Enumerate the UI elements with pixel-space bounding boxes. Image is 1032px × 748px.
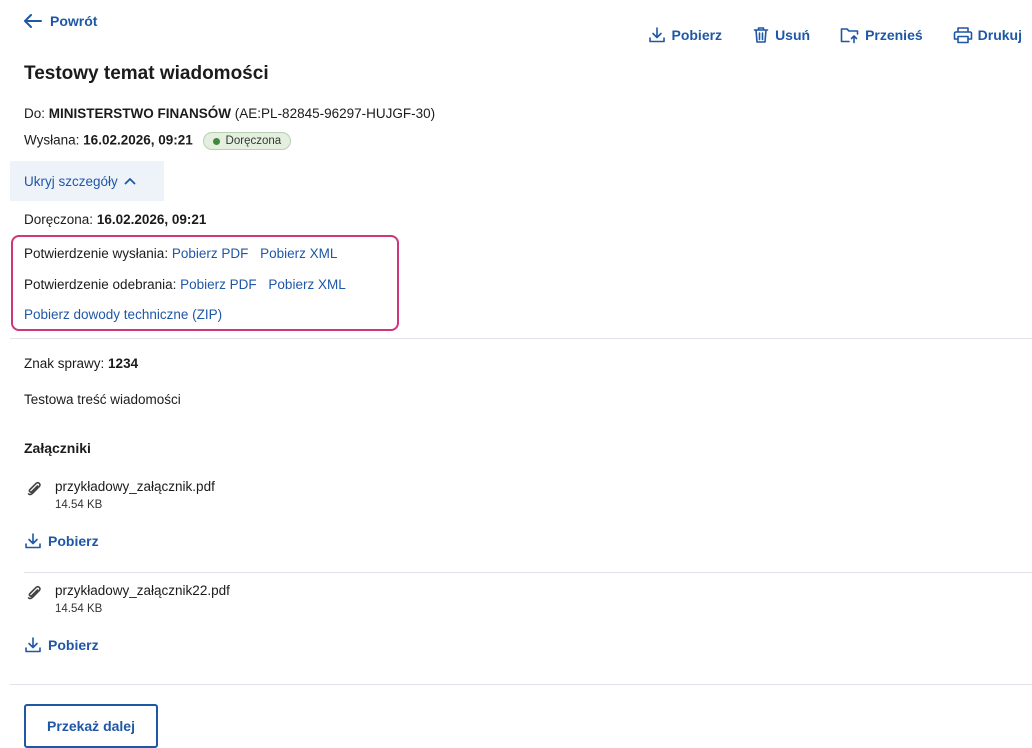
divider xyxy=(10,684,1032,685)
message-toolbar: Pobierz Usuń Przenieś Drukuj xyxy=(648,26,1022,44)
case-number-label: Znak sprawy: xyxy=(24,356,105,371)
sent-date: 16.02.2026, 09:21 xyxy=(83,132,193,148)
attachment-download-label: Pobierz xyxy=(48,533,99,549)
confirmation-received-label: Potwierdzenie odebrania: xyxy=(24,277,177,292)
confirmation-received-pdf-link[interactable]: Pobierz PDF xyxy=(180,277,257,292)
recipient-name: MINISTERSTWO FINANSÓW xyxy=(48,106,232,121)
confirmation-sent-pdf-link[interactable]: Pobierz PDF xyxy=(172,246,249,261)
delivered-date: 16.02.2026, 09:21 xyxy=(96,212,207,227)
attachment-download-label: Pobierz xyxy=(48,637,99,653)
attachment-download-button[interactable]: Pobierz xyxy=(24,532,99,550)
printer-icon xyxy=(953,27,972,44)
folder-move-icon xyxy=(840,28,859,44)
status-dot-icon xyxy=(212,137,220,145)
move-button[interactable]: Przenieś xyxy=(840,26,923,44)
message-body: Testowa treść wiadomości xyxy=(24,392,181,407)
forward-button[interactable]: Przekaż dalej xyxy=(24,704,158,748)
print-button[interactable]: Drukuj xyxy=(953,26,1022,44)
trash-icon xyxy=(753,27,769,43)
attachment-item: przykładowy_załącznik22.pdf 14.54 KB xyxy=(27,583,230,615)
attachment-item: przykładowy_załącznik.pdf 14.54 KB xyxy=(27,479,215,511)
attachments-title: Załączniki xyxy=(24,440,91,456)
download-icon xyxy=(25,533,41,549)
hide-details-label: Ukryj szczegóły xyxy=(24,173,118,189)
hide-details-button[interactable]: Ukryj szczegóły xyxy=(10,161,164,201)
back-label: Powrót xyxy=(50,13,98,29)
attachment-name[interactable]: przykładowy_załącznik.pdf xyxy=(55,479,215,494)
paperclip-icon xyxy=(27,585,41,600)
sent-line: Wysłana: 16.02.2026, 09:21 Doręczona xyxy=(24,132,292,150)
attachment-size: 14.54 KB xyxy=(55,603,103,615)
recipient-address: (AE:PL-82845-96297-HUJGF-30) xyxy=(234,106,436,121)
delivered-line: Doręczona: 16.02.2026, 09:21 xyxy=(24,212,206,227)
case-number: 1234 xyxy=(108,356,139,371)
download-icon xyxy=(649,27,666,43)
divider xyxy=(10,338,1032,339)
confirmation-received-line: Potwierdzenie odebrania: Pobierz PDF Pob… xyxy=(24,277,346,292)
divider xyxy=(24,572,1032,573)
evidence-line: Pobierz dowody techniczne (ZIP) xyxy=(24,307,222,322)
recipient-line: Do: MINISTERSTWO FINANSÓW (AE:PL-82845-9… xyxy=(24,106,435,121)
status-label: Doręczona xyxy=(225,135,282,147)
download-label: Pobierz xyxy=(671,27,723,43)
chevron-up-icon xyxy=(124,178,136,185)
download-icon xyxy=(25,637,41,653)
confirmation-received-xml-link[interactable]: Pobierz XML xyxy=(268,277,345,292)
delete-button[interactable]: Usuń xyxy=(752,26,810,44)
arrow-left-icon xyxy=(24,14,42,28)
delivered-label: Doręczona: xyxy=(24,212,94,227)
delete-label: Usuń xyxy=(775,27,811,43)
attachment-download-button[interactable]: Pobierz xyxy=(24,636,99,654)
recipient-label: Do: xyxy=(24,106,46,121)
print-label: Drukuj xyxy=(977,27,1022,43)
status-badge: Doręczona xyxy=(202,132,292,150)
message-subject: Testowy temat wiadomości xyxy=(24,63,269,84)
confirmation-sent-label: Potwierdzenie wysłania: xyxy=(24,246,169,261)
confirmation-sent-xml-link[interactable]: Pobierz XML xyxy=(260,246,337,261)
paperclip-icon xyxy=(27,481,41,496)
technical-evidence-link[interactable]: Pobierz dowody techniczne (ZIP) xyxy=(24,307,222,322)
case-number-line: Znak sprawy: 1234 xyxy=(24,356,138,371)
download-button[interactable]: Pobierz xyxy=(648,26,722,44)
attachment-size: 14.54 KB xyxy=(55,499,103,511)
back-link[interactable]: Powrót xyxy=(24,13,97,29)
confirmation-sent-line: Potwierdzenie wysłania: Pobierz PDF Pobi… xyxy=(24,246,337,261)
attachment-name[interactable]: przykładowy_załącznik22.pdf xyxy=(55,583,230,598)
move-label: Przenieś xyxy=(865,27,923,43)
sent-label: Wysłana: xyxy=(24,132,80,148)
